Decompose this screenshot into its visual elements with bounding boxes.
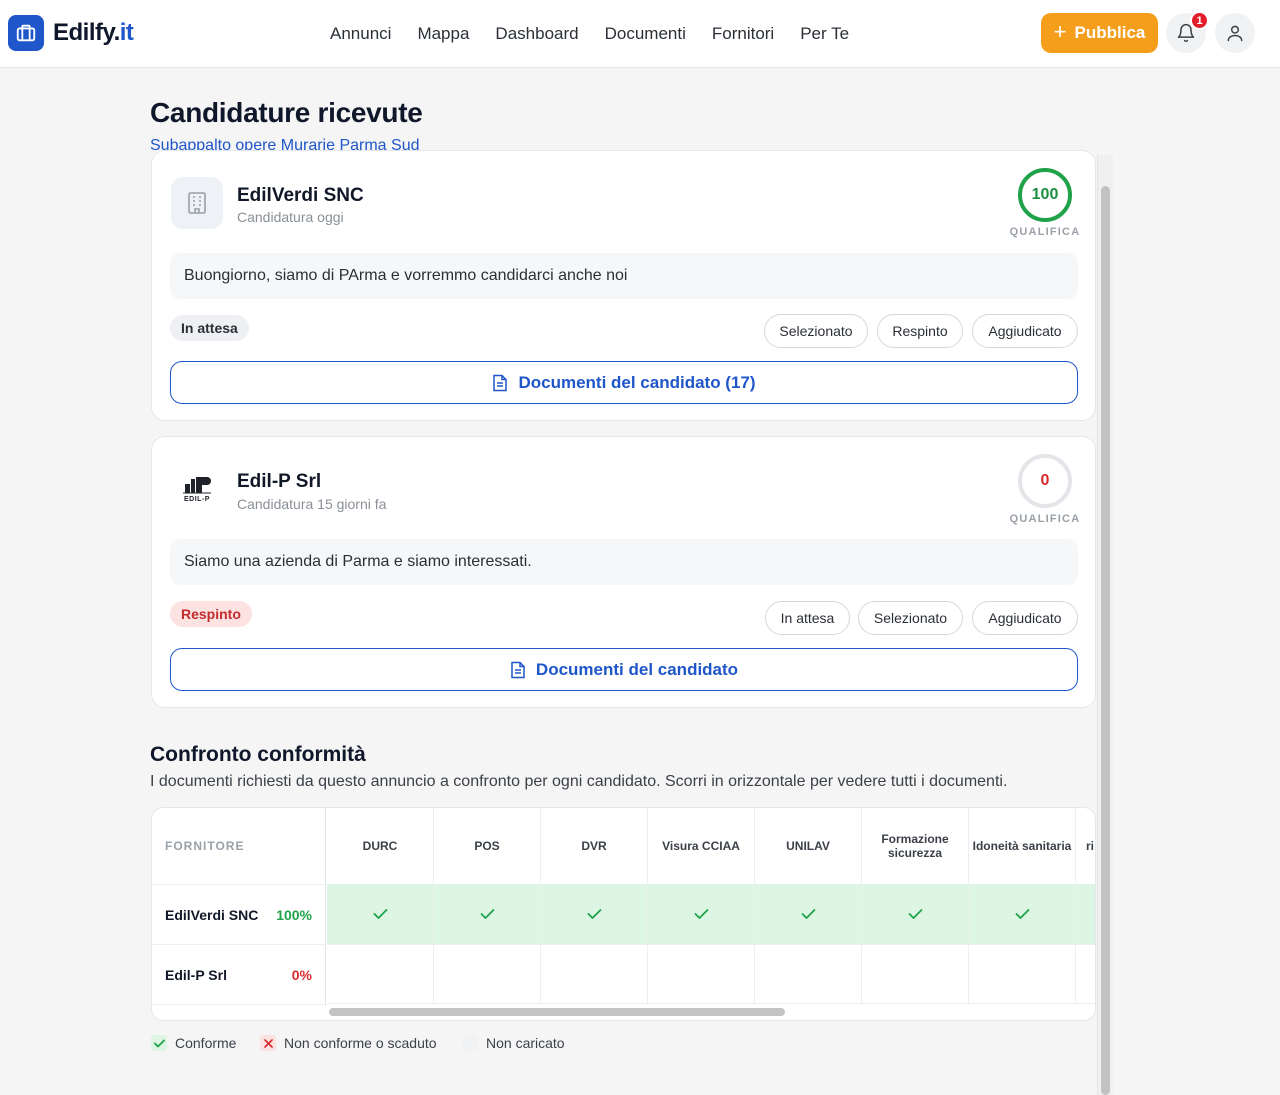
set-selezionato-button[interactable]: Selezionato — [764, 314, 868, 348]
supplier-column-header: FORNITORE — [165, 839, 245, 853]
set-aggiudicato-button[interactable]: Aggiudicato — [972, 314, 1078, 348]
compliance-cell — [755, 944, 862, 1004]
main-nav: Annunci Mappa Dashboard Documenti Fornit… — [330, 24, 875, 44]
compliance-cell — [969, 944, 1076, 1004]
notification-count-badge: 1 — [1190, 11, 1209, 30]
column-header: Formazione sicurezza — [862, 808, 969, 884]
set-selezionato-button[interactable]: Selezionato — [858, 601, 963, 635]
publish-button[interactable]: + Pubblica — [1041, 13, 1158, 53]
supplier-column: FORNITORE EdilVerdi SNC 100% Edil-P Srl … — [152, 808, 326, 1006]
set-in-attesa-button[interactable]: In attesa — [765, 601, 850, 635]
set-aggiudicato-button[interactable]: Aggiudicato — [972, 601, 1078, 635]
compliance-cell — [648, 944, 755, 1004]
check-icon — [801, 908, 816, 920]
legend-conforme: Conforme — [151, 1035, 236, 1051]
nav-dashboard[interactable]: Dashboard — [495, 24, 578, 44]
user-menu-button[interactable] — [1215, 13, 1255, 53]
candidate-card: EDIL-P Edil-P Srl Candidatura 15 giorni … — [151, 436, 1096, 708]
legend-non-caricato: Non caricato — [462, 1035, 565, 1051]
compliance-cell — [541, 884, 648, 944]
compliance-description: I documenti richiesti da questo annuncio… — [150, 773, 1008, 790]
compliance-cell — [1076, 884, 1095, 944]
legend-non-conforme: Non conforme o scaduto — [260, 1035, 437, 1051]
check-icon — [908, 908, 923, 920]
horizontal-scrollbar-thumb[interactable] — [329, 1008, 785, 1016]
candidate-card: EdilVerdi SNC Candidatura oggi 100 QUALI… — [151, 150, 1096, 421]
briefcase-icon[interactable] — [8, 15, 44, 51]
candidate-time: Candidatura 15 giorni fa — [237, 496, 387, 512]
row-divider — [152, 884, 326, 885]
supplier-name: Edil-P Srl — [165, 967, 227, 983]
nav-mappa[interactable]: Mappa — [417, 24, 469, 44]
check-icon — [480, 908, 495, 920]
status-badge: In attesa — [170, 315, 249, 341]
nav-fornitori[interactable]: Fornitori — [712, 24, 774, 44]
supplier-name: EdilVerdi SNC — [165, 907, 259, 923]
top-navbar: Edilfy.it Annunci Mappa Dashboard Docume… — [0, 0, 1280, 68]
compliance-cell — [862, 884, 969, 944]
nav-per-te[interactable]: Per Te — [800, 24, 849, 44]
candidate-name[interactable]: EdilVerdi SNC — [237, 185, 364, 207]
compliance-percent: 100% — [276, 907, 312, 923]
document-icon — [493, 374, 508, 391]
column-header: Visura CCIAA — [648, 808, 755, 884]
status-badge: Respinto — [170, 601, 252, 627]
compliance-cell — [541, 944, 648, 1004]
brand-logo[interactable]: Edilfy.it — [53, 19, 134, 47]
column-header: DURC — [327, 808, 434, 884]
nav-annunci[interactable]: Annunci — [330, 24, 391, 44]
candidate-time: Candidatura oggi — [237, 209, 344, 225]
row-divider — [152, 1004, 326, 1005]
document-columns-scroll[interactable]: DURC POS DVR Visura CCIAA UNILAV Formazione s… — [327, 808, 1095, 1006]
company-logo: EDIL-P — [171, 463, 223, 515]
column-header: POS — [434, 808, 541, 884]
compliance-cell — [434, 884, 541, 944]
row-divider — [152, 944, 326, 945]
candidate-message: Buongiorno, siamo di PArma e vorremmo ca… — [170, 253, 1078, 299]
compliance-cell — [327, 884, 434, 944]
check-icon — [694, 908, 709, 920]
compliance-title: Confronto conformità — [150, 743, 366, 766]
qualification-label: QUALIFICA — [1009, 226, 1081, 238]
check-icon — [373, 908, 388, 920]
set-respinto-button[interactable]: Respinto — [877, 314, 963, 348]
compliance-cell — [648, 884, 755, 944]
plus-icon: + — [1053, 19, 1067, 44]
page-title: Candidature ricevute — [150, 97, 423, 128]
compliance-cell — [327, 944, 434, 1004]
check-icon — [587, 908, 602, 920]
building-icon — [171, 177, 223, 229]
compliance-cell — [862, 944, 969, 1004]
compliance-cell — [969, 884, 1076, 944]
compliance-percent: 0% — [291, 967, 312, 983]
compliance-cell — [434, 944, 541, 1004]
check-icon — [1015, 908, 1030, 920]
column-header: UNILAV — [755, 808, 862, 884]
cross-icon — [260, 1035, 276, 1051]
vertical-scrollbar-thumb[interactable] — [1101, 186, 1110, 1095]
document-icon — [511, 661, 525, 678]
empty-square-icon — [462, 1035, 478, 1051]
column-header: Idoneità sanitaria — [969, 808, 1076, 884]
column-header: DVR — [541, 808, 648, 884]
column-header: ri — [1086, 839, 1095, 853]
compliance-cell — [1076, 944, 1095, 1004]
qualification-score: 100 — [1018, 168, 1072, 222]
user-icon — [1227, 25, 1243, 42]
nav-documenti[interactable]: Documenti — [605, 24, 686, 44]
check-icon — [151, 1035, 167, 1051]
candidate-documents-button[interactable]: Documenti del candidato — [170, 648, 1078, 691]
compliance-table: FORNITORE EdilVerdi SNC 100% Edil-P Srl … — [151, 807, 1096, 1021]
qualification-score: 0 — [1018, 454, 1072, 508]
candidate-message: Siamo una azienda di Parma e siamo inter… — [170, 539, 1078, 585]
candidate-name[interactable]: Edil-P Srl — [237, 471, 321, 493]
qualification-label: QUALIFICA — [1009, 513, 1081, 525]
compliance-cell — [755, 884, 862, 944]
candidate-documents-button[interactable]: Documenti del candidato (17) — [170, 361, 1078, 404]
